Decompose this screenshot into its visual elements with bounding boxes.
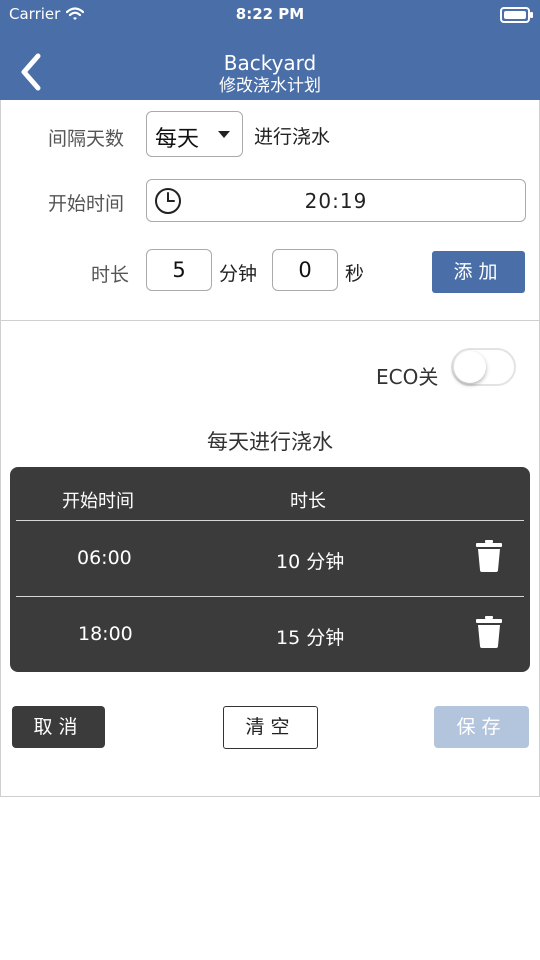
row-duration: 15 分钟 xyxy=(276,627,345,649)
trash-icon[interactable] xyxy=(476,540,502,572)
row-start-time: 18:00 xyxy=(78,623,133,645)
column-header-start: 开始时间 xyxy=(62,491,134,512)
minutes-input[interactable]: 5 xyxy=(146,249,212,291)
column-header-duration: 时长 xyxy=(290,491,326,512)
cancel-button[interactable]: 取消 xyxy=(12,706,105,748)
start-time-label: 开始时间 xyxy=(48,193,125,215)
interval-suffix: 进行浇水 xyxy=(254,126,331,148)
eco-label: ECO关 xyxy=(376,365,439,389)
header-titles: Backyard 修改浇水计划 xyxy=(0,50,540,96)
table-divider xyxy=(16,596,524,597)
toggle-knob xyxy=(454,351,486,383)
minutes-unit: 分钟 xyxy=(219,263,258,285)
duration-label: 时长 xyxy=(91,264,130,286)
page-subtitle: 修改浇水计划 xyxy=(219,76,321,96)
battery-icon xyxy=(500,7,533,23)
table-divider xyxy=(16,520,524,521)
add-button[interactable]: 添加 xyxy=(432,251,525,293)
eco-toggle[interactable] xyxy=(451,348,516,386)
interval-value: 每天 xyxy=(155,127,200,152)
seconds-unit: 秒 xyxy=(345,263,365,285)
interval-select[interactable]: 每天 xyxy=(146,111,243,157)
start-time-value: 20:19 xyxy=(304,189,368,213)
clear-button[interactable]: 清空 xyxy=(223,706,318,749)
nav-header: Carrier 8:22 PM Backyard 修改浇水计划 xyxy=(0,0,540,100)
status-bar: Carrier 8:22 PM xyxy=(0,0,540,28)
save-button[interactable]: 保存 xyxy=(434,706,529,748)
page-title: Backyard xyxy=(223,51,317,75)
row-start-time: 06:00 xyxy=(77,547,132,569)
schedule-table: 开始时间 时长 06:00 10 分钟 18:00 15 分钟 xyxy=(10,467,530,672)
row-duration: 10 分钟 xyxy=(276,551,345,573)
interval-label: 间隔天数 xyxy=(48,128,125,150)
start-time-field[interactable]: 20:19 xyxy=(146,179,526,222)
plan-title: 每天进行浇水 xyxy=(207,430,333,454)
status-time: 8:22 PM xyxy=(235,5,305,23)
trash-icon[interactable] xyxy=(476,616,502,648)
caret-down-icon xyxy=(218,131,230,138)
seconds-input[interactable]: 0 xyxy=(272,249,338,291)
